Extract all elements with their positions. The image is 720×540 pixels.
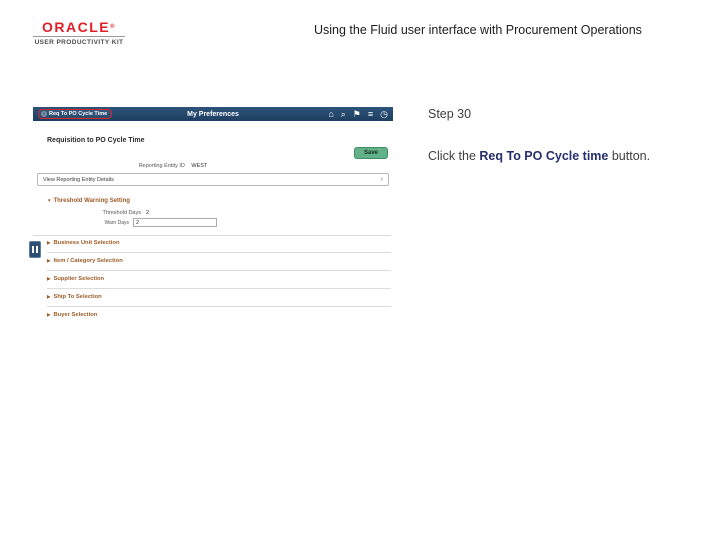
section-label: Business Unit Selection [53,240,120,246]
header-icons: ⌂ ⌕ ⚑ ≡ ◷ [328,109,388,119]
view-details-label: View Reporting Entity Details [43,176,114,183]
threshold-section-label: Threshold Warning Setting [53,198,130,204]
section-label: Buyer Selection [53,312,98,318]
section-divider [33,235,391,236]
reporting-entity-value: WEST [191,163,208,169]
threshold-days-value: 2 [146,210,150,216]
slide-title: Using the Fluid user interface with Proc… [314,23,642,37]
oracle-logo: ORACLE® USER PRODUCTIVITY KIT [33,20,125,46]
search-icon[interactable]: ⌕ [341,109,346,119]
pause-icon[interactable] [29,241,41,258]
chevron-right-icon: ▶ [47,240,51,245]
instruction-post: button. [608,149,651,163]
chevron-right-icon: ▶ [47,276,51,281]
step-label: Step 30 [428,107,472,121]
section-supplier-selection[interactable]: ▶ Supplier Selection [47,276,391,289]
save-button[interactable]: Save [353,147,388,159]
chevron-right-icon: › [380,176,383,183]
threshold-days-label: Threshold Days [102,210,141,216]
registered-mark: ® [110,24,117,30]
threshold-days-row: Threshold Days 2 [33,210,149,216]
warn-days-input[interactable] [133,218,217,227]
chevron-right-icon: ▶ [47,294,51,299]
navbar-icon[interactable]: ◷ [380,109,388,119]
peoplesoft-screenshot: ‹ Req To PO Cycle Time My Preferences ⌂ … [29,107,393,318]
chevron-right-icon: ▶ [47,312,51,317]
oracle-logo-word: ORACLE® [41,19,117,35]
page-body: Requisition to PO Cycle Time Save Report… [29,121,393,318]
view-reporting-entity-details-row[interactable]: View Reporting Entity Details › [37,173,389,186]
reporting-entity-label: Reporting Entity ID [138,163,185,169]
slide: ORACLE® USER PRODUCTIVITY KIT Using the … [0,0,720,540]
instruction-pre: Click the [428,149,480,163]
warn-days-row: Warn Days [33,218,217,227]
section-business-unit-selection[interactable]: ▶ Business Unit Selection [47,240,391,253]
chevron-down-icon: ▼ [47,198,52,203]
section-label: Ship To Selection [53,294,102,300]
oracle-logo-subtext: USER PRODUCTIVITY KIT [33,36,125,46]
req-to-po-cycle-time-button[interactable]: ‹ Req To PO Cycle Time [38,109,113,119]
section-label: Item / Category Selection [53,258,123,264]
chevron-right-icon: ▶ [47,258,51,263]
actions-menu-icon[interactable]: ≡ [368,109,373,119]
home-icon[interactable]: ⌂ [328,109,333,119]
page-title: Requisition to PO Cycle Time [47,137,145,144]
back-chevron-icon: ‹ [41,111,47,117]
reporting-entity-row: Reporting Entity ID WEST [93,163,253,169]
back-button-label: Req To PO Cycle Time [49,111,108,117]
threshold-warning-setting-section[interactable]: ▼ Threshold Warning Setting [47,198,130,204]
header-title: My Preferences [187,110,239,118]
section-item-category-selection[interactable]: ▶ Item / Category Selection [47,258,391,271]
section-buyer-selection[interactable]: ▶ Buyer Selection [47,312,391,325]
warn-days-label: Warn Days [104,219,129,226]
flag-icon[interactable]: ⚑ [353,109,361,119]
instruction-target: Req To PO Cycle time [479,149,609,163]
section-label: Supplier Selection [53,276,105,282]
section-ship-to-selection[interactable]: ▶ Ship To Selection [47,294,391,307]
instruction-text: Click the Req To PO Cycle time button. [428,149,650,163]
fluid-header-bar: ‹ Req To PO Cycle Time My Preferences ⌂ … [33,107,393,121]
